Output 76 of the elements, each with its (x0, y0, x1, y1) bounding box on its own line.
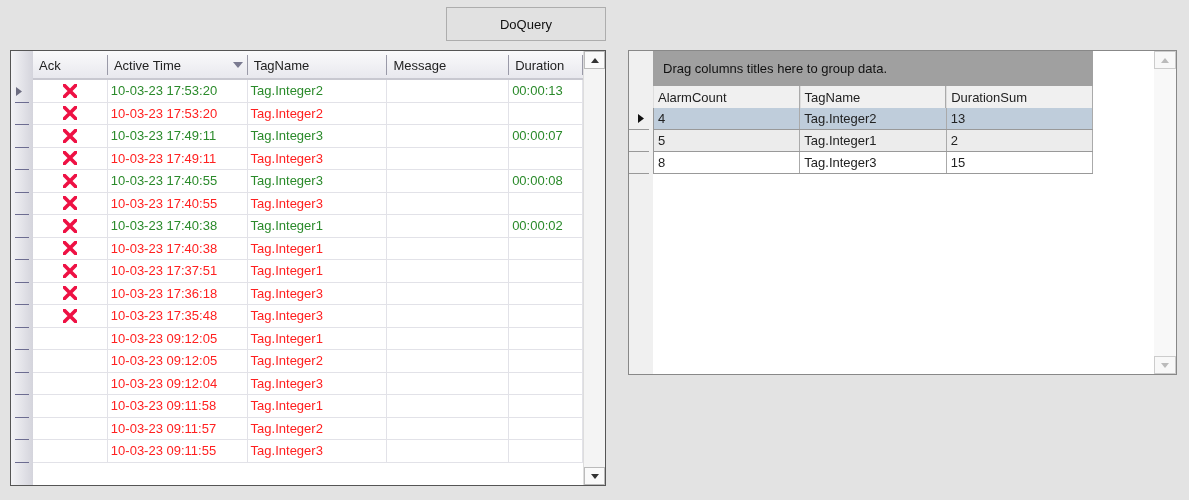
table-cell: Tag.Integer1 (247, 327, 388, 350)
table-cell: 13 (946, 108, 1093, 129)
column-title: Message (393, 57, 447, 73)
scroll-down-button[interactable] (584, 467, 605, 485)
table-cell: 10-03-23 09:12:05 (107, 350, 248, 373)
table-cell: Tag.Integer2 (247, 102, 388, 125)
column-title: Duration (515, 57, 565, 73)
table-cell: Tag.Integer1 (247, 215, 388, 238)
table-cell: 10-03-23 17:40:55 (107, 170, 248, 193)
table-cell: Tag.Integer1 (247, 237, 388, 260)
table-cell: 10-03-23 09:12:05 (107, 327, 248, 350)
table-cell: 15 (946, 152, 1093, 173)
table-cell: Tag.Integer3 (247, 125, 388, 148)
close-icon (62, 151, 77, 166)
table-cell: 10-03-23 17:35:48 (107, 305, 248, 328)
close-icon (62, 263, 77, 278)
table-cell: 10-03-23 17:49:11 (107, 125, 248, 148)
down-arrow-icon (590, 473, 599, 479)
table-cell: 10-03-23 17:40:38 (107, 237, 248, 260)
up-arrow-icon (1161, 57, 1169, 63)
table-cell: Tag.Integer3 (247, 372, 388, 395)
table-cell: 10-03-23 17:40:38 (107, 215, 248, 238)
table-cell: 2 (946, 130, 1093, 151)
up-arrow-icon (590, 57, 599, 63)
close-icon (62, 286, 77, 301)
close-icon (62, 308, 77, 323)
column-title: TagName (253, 57, 310, 73)
table-cell: Tag.Integer3 (247, 147, 388, 170)
table-cell: Tag.Integer2 (247, 350, 388, 373)
table-cell: Tag.Integer3 (247, 440, 388, 463)
close-icon (62, 196, 77, 211)
current-row-icon (638, 114, 644, 123)
vertical-scrollbar[interactable] (583, 51, 605, 485)
table-cell: 8 (654, 152, 801, 173)
table-cell: 10-03-23 09:11:57 (107, 417, 248, 440)
column-header[interactable]: Message (387, 55, 510, 75)
table-cell: Tag.Integer2 (247, 80, 388, 103)
close-icon (62, 128, 77, 143)
close-icon (62, 241, 77, 256)
table-cell: Tag.Integer3 (800, 152, 947, 173)
column-header[interactable]: Ack (33, 55, 108, 75)
do-query-button[interactable]: DoQuery (446, 7, 606, 41)
column-title: Ack (39, 57, 61, 73)
table-cell: Tag.Integer3 (247, 305, 388, 328)
close-icon (62, 173, 77, 188)
close-icon (62, 106, 77, 121)
table-cell: 10-03-23 17:36:18 (107, 282, 248, 305)
table-cell: Tag.Integer1 (247, 260, 388, 283)
table-cell: Tag.Integer1 (800, 130, 947, 151)
table-cell: 10-03-23 17:53:20 (107, 80, 248, 103)
scroll-up-button[interactable] (584, 51, 605, 69)
table-cell: 10-03-23 17:49:11 (107, 147, 248, 170)
table-cell: Tag.Integer2 (800, 108, 947, 129)
column-header[interactable]: TagName (247, 55, 388, 75)
current-row-icon (16, 86, 22, 96)
group-hint: Drag columns titles here to group data. (663, 61, 887, 76)
table-cell: 4 (654, 108, 801, 129)
table-cell: Tag.Integer3 (247, 192, 388, 215)
column-header[interactable]: Active Time (107, 55, 248, 75)
table-cell: 10-03-23 09:11:58 (107, 395, 248, 418)
table-cell: 10-03-23 09:12:04 (107, 372, 248, 395)
close-icon (62, 218, 77, 233)
table-cell: 10-03-23 17:37:51 (107, 260, 248, 283)
table-cell: Tag.Integer3 (247, 282, 388, 305)
down-arrow-icon (1161, 362, 1169, 368)
column-title: Active Time (113, 57, 182, 73)
close-icon (62, 83, 77, 98)
sort-descending-icon (232, 62, 243, 68)
table-cell: 10-03-23 17:40:55 (107, 192, 248, 215)
table-cell: Tag.Integer3 (247, 170, 388, 193)
table-cell: 5 (654, 130, 801, 151)
table-cell: 10-03-23 17:53:20 (107, 102, 248, 125)
table-cell: 10-03-23 09:11:55 (107, 440, 248, 463)
group-panel[interactable]: Drag columns titles here to group data. (653, 51, 1093, 86)
table-cell: Tag.Integer1 (247, 395, 388, 418)
table-cell: Tag.Integer2 (247, 417, 388, 440)
